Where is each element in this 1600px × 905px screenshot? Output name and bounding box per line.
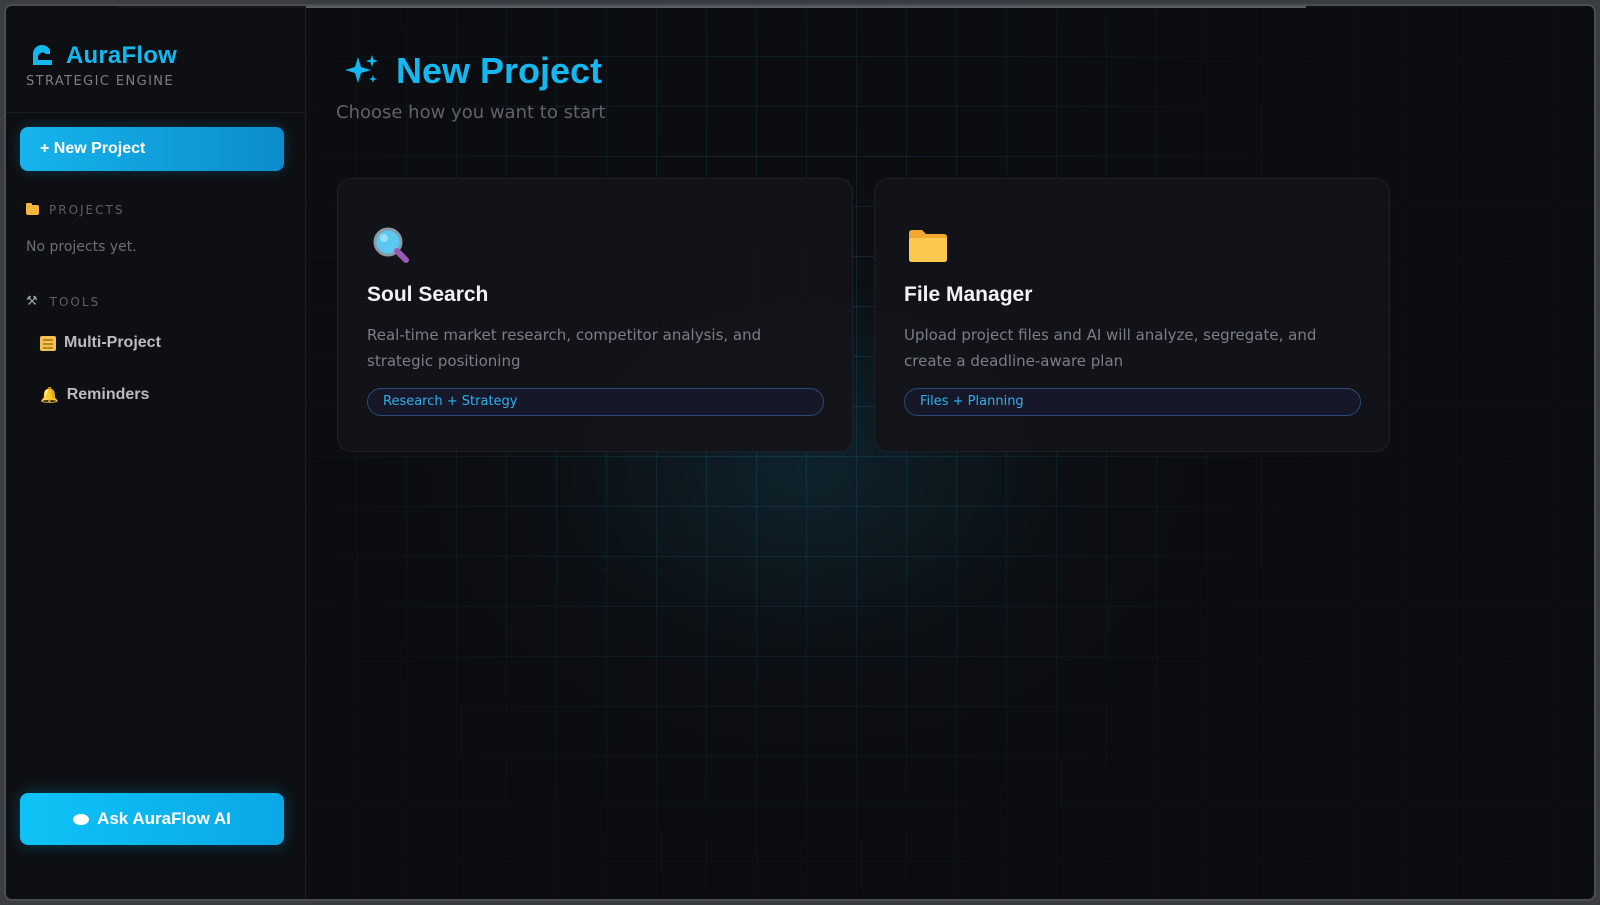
card-tag: Files + Planning — [904, 388, 1361, 416]
tools-icon: ⚒ — [26, 294, 40, 309]
bell-icon: 🔔 — [40, 387, 59, 404]
tools-section-header: ⚒ TOOLS — [26, 294, 100, 309]
tools-section-label: TOOLS — [49, 294, 101, 309]
card-title: File Manager — [904, 283, 1033, 306]
sidebar-divider — [6, 112, 306, 113]
sidebar-item-multi-project[interactable]: Multi-Project — [40, 334, 161, 352]
app-window: AuraFlow STRATEGIC ENGINE + New Project … — [4, 4, 1596, 901]
projects-empty-text: No projects yet. — [26, 239, 137, 255]
projects-section-header: PROJECTS — [26, 203, 124, 217]
projects-section-label: PROJECTS — [49, 203, 125, 217]
folder-icon — [26, 203, 39, 215]
card-tag: Research + Strategy — [367, 388, 824, 416]
brand-subtitle: STRATEGIC ENGINE — [26, 74, 175, 89]
memo-icon — [40, 335, 56, 351]
brand[interactable]: AuraFlow — [28, 42, 177, 70]
soul-search-card[interactable]: Soul Search Real-time market research, c… — [337, 178, 853, 452]
file-manager-card[interactable]: File Manager Upload project files and AI… — [874, 178, 1390, 452]
page-title: New Project — [342, 50, 602, 92]
new-project-button[interactable]: + New Project — [20, 127, 284, 171]
sidebar-item-label: Reminders — [66, 386, 150, 403]
ask-button-label: Ask AuraFlow AI — [97, 809, 231, 828]
magnifier-icon — [373, 227, 409, 263]
ask-auraflow-ai-button[interactable]: Ask AuraFlow AI — [20, 793, 284, 845]
sidebar-item-reminders[interactable]: 🔔 Reminders — [40, 386, 149, 404]
card-title: Soul Search — [367, 283, 489, 306]
cloud-face-icon — [32, 45, 52, 65]
page-subtitle: Choose how you want to start — [336, 102, 606, 123]
folder-icon — [909, 230, 947, 262]
card-description: Real-time market research, competitor an… — [367, 326, 762, 370]
sidebar: AuraFlow STRATEGIC ENGINE + New Project … — [6, 6, 306, 899]
page-title-text: New Project — [396, 50, 603, 91]
brand-name: AuraFlow — [66, 42, 177, 69]
speech-bubble-icon — [73, 813, 90, 825]
sparkles-icon — [345, 55, 378, 83]
sidebar-item-label: Multi-Project — [64, 334, 161, 351]
card-description: Upload project files and AI will analyze… — [904, 326, 1317, 370]
